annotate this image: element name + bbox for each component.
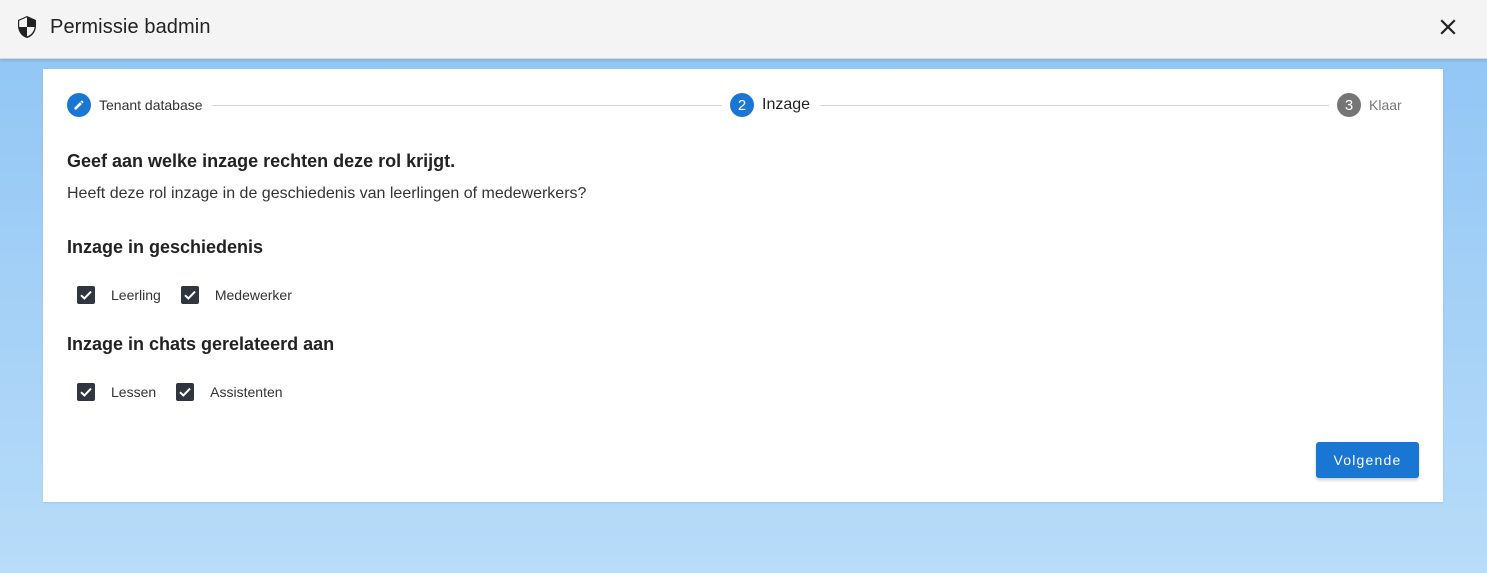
step-number: 2: [730, 93, 754, 117]
checkbox-checked-icon[interactable]: [180, 286, 199, 304]
checkbox-assistenten[interactable]: Assistenten: [176, 383, 283, 401]
checkbox-label: Assistenten: [210, 384, 283, 400]
step-label: Tenant database: [99, 97, 203, 113]
checkbox-group-chats: Lessen Assistenten: [77, 382, 283, 402]
step-tenant-database[interactable]: Tenant database: [67, 93, 203, 117]
step-connector: [212, 105, 722, 106]
step-number: 3: [1337, 93, 1361, 117]
checkbox-group-geschiedenis: Leerling Medewerker: [77, 285, 292, 305]
permission-card: Tenant database 2 Inzage 3 Klaar Geef aa…: [43, 69, 1443, 502]
checkbox-lessen[interactable]: Lessen: [77, 383, 156, 401]
shield-icon: [15, 15, 39, 39]
checkbox-leerling[interactable]: Leerling: [77, 286, 161, 304]
checkbox-medewerker[interactable]: Medewerker: [180, 286, 292, 304]
dialog-toolbar: Permissie badmin: [0, 0, 1487, 59]
checkbox-label: Lessen: [111, 384, 157, 400]
step-label: Klaar: [1369, 97, 1402, 113]
page-heading: Geef aan welke inzage rechten deze rol k…: [67, 151, 456, 171]
checkbox-checked-icon[interactable]: [176, 383, 195, 401]
checkbox-checked-icon[interactable]: [77, 383, 95, 401]
checkbox-checked-icon[interactable]: [77, 286, 95, 304]
section-title-chats: Inzage in chats gerelateerd aan: [67, 334, 335, 354]
checkbox-label: Leerling: [111, 287, 161, 303]
next-button[interactable]: Volgende: [1316, 442, 1419, 478]
page-subtext: Heeft deze rol inzage in de geschiedenis…: [67, 185, 587, 202]
step-klaar[interactable]: 3 Klaar: [1337, 93, 1402, 117]
step-connector: [820, 105, 1329, 106]
section-title-geschiedenis: Inzage in geschiedenis: [67, 237, 264, 257]
dialog-title: Permissie badmin: [50, 16, 211, 38]
stepper: Tenant database 2 Inzage 3 Klaar: [67, 93, 1419, 117]
pencil-icon: [67, 93, 91, 117]
close-icon[interactable]: [1434, 13, 1462, 41]
step-label: Inzage: [762, 96, 811, 113]
step-inzage[interactable]: 2 Inzage: [730, 93, 810, 117]
checkbox-label: Medewerker: [214, 287, 292, 303]
